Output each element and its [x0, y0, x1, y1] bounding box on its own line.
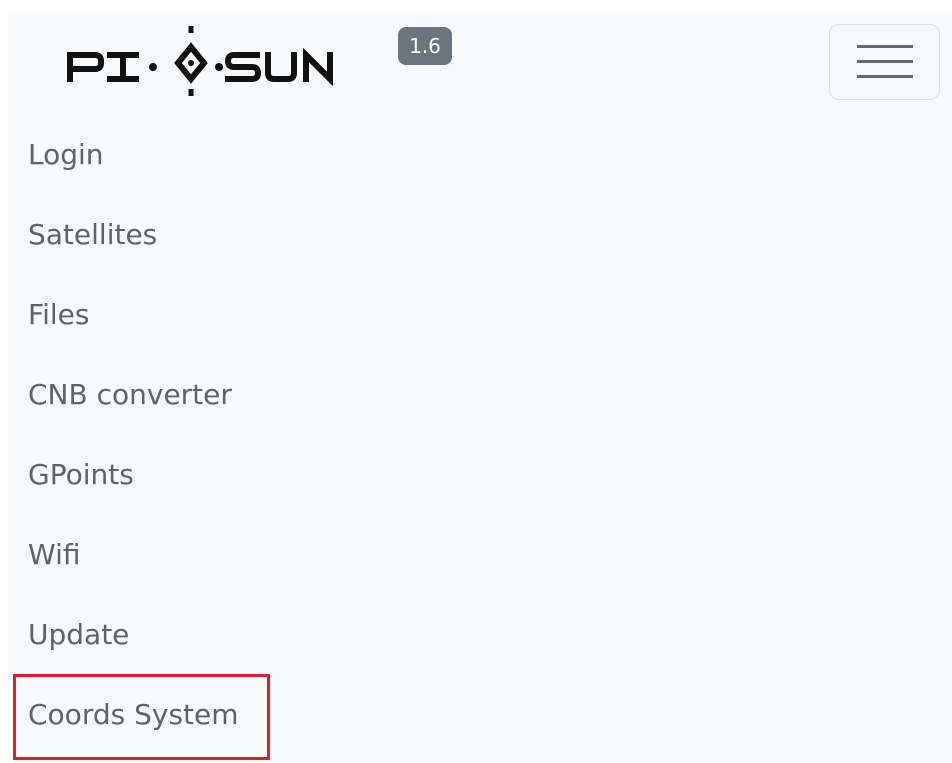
nav-link-files[interactable]: Files — [28, 275, 89, 355]
nav-item-gpoints: GPoints — [28, 435, 239, 515]
nav-item-files: Files — [28, 275, 239, 355]
nav-link-gpoints[interactable]: GPoints — [28, 435, 134, 515]
nav-item-login: Login — [28, 115, 239, 195]
nav-item-update: Update — [28, 595, 239, 675]
menu-toggle-button[interactable] — [829, 24, 940, 100]
nav-link-update[interactable]: Update — [28, 595, 129, 675]
nav-link-coords-system[interactable]: Coords System — [28, 675, 239, 755]
nav-menu: Login Satellites Files CNB converter GPo… — [28, 115, 239, 755]
nav-item-coords-system: Coords System — [28, 675, 239, 755]
nav-link-cnb-converter[interactable]: CNB converter — [28, 355, 232, 435]
nav-link-satellites[interactable]: Satellites — [28, 195, 157, 275]
hamburger-menu-icon — [857, 45, 913, 78]
nav-item-wifi: Wifi — [28, 515, 239, 595]
pi-o-sun-logo — [67, 26, 333, 96]
nav-item-cnb-converter: CNB converter — [28, 355, 239, 435]
nav-link-wifi[interactable]: Wifi — [28, 515, 81, 595]
brand-logo[interactable] — [58, 12, 364, 102]
nav-item-satellites: Satellites — [28, 195, 239, 275]
nav-link-login[interactable]: Login — [28, 115, 104, 195]
version-badge: 1.6 — [398, 27, 452, 65]
